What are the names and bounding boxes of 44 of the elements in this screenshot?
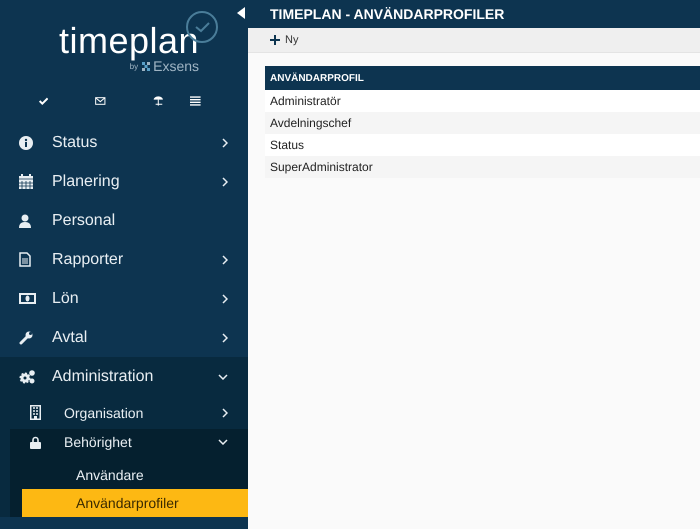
table-cell[interactable]: Status [265,134,700,156]
menu-item[interactable]: Användarprofiler [22,489,248,517]
menu-item[interactable]: Lön [0,279,248,318]
menu-item[interactable]: Rapporter [0,240,248,279]
collapse-icon[interactable] [237,7,245,19]
gears-icon [19,369,36,384]
chevron-right-icon [222,254,228,264]
envelope-icon[interactable] [95,95,106,107]
table-cell[interactable]: Avdelningschef [265,112,700,134]
chevron-right-icon [222,176,228,186]
info-icon [19,136,33,150]
chevron-right-icon [222,332,228,342]
checkmark-icon[interactable] [39,95,48,107]
page-title: TIMEPLAN - ANVÄNDARPROFILER [270,6,504,22]
menu-item[interactable]: Personal [0,201,248,240]
chevron-right-icon [222,294,228,304]
dots-icon [142,62,152,70]
menu-item[interactable]: Administration [0,357,248,396]
menu-item[interactable]: Status [0,123,248,162]
banknote-icon [19,293,36,304]
byline-text: by [130,62,138,70]
table-cell[interactable]: SuperAdministrator [265,156,700,178]
plus-icon [270,35,280,45]
column-header: ANVÄNDARPROFIL [265,66,700,90]
calendar-icon [19,174,33,189]
table-cell[interactable]: Administratör [265,90,700,112]
chevron-down-icon [218,374,228,380]
submenu-item[interactable]: Organisation [0,396,248,429]
chevron-right-icon [222,138,228,148]
padlock-icon [30,436,41,448]
document-icon [19,252,31,267]
logo-text: timeplan [58,22,200,60]
menu-item[interactable]: Användare [22,461,248,489]
person-icon [19,214,31,228]
wrench-icon [19,330,33,344]
building-icon [30,405,41,420]
chevron-down-icon [218,439,228,445]
list-icon[interactable] [190,94,201,108]
menu-item[interactable]: Avtal [0,318,248,357]
new-button[interactable]: Ny [270,34,298,46]
submenu-item[interactable]: Behörighet [10,429,248,455]
chevron-right-icon [222,408,228,418]
brand-text: Exsens [153,58,200,74]
menu-item[interactable]: Planering [0,162,248,201]
